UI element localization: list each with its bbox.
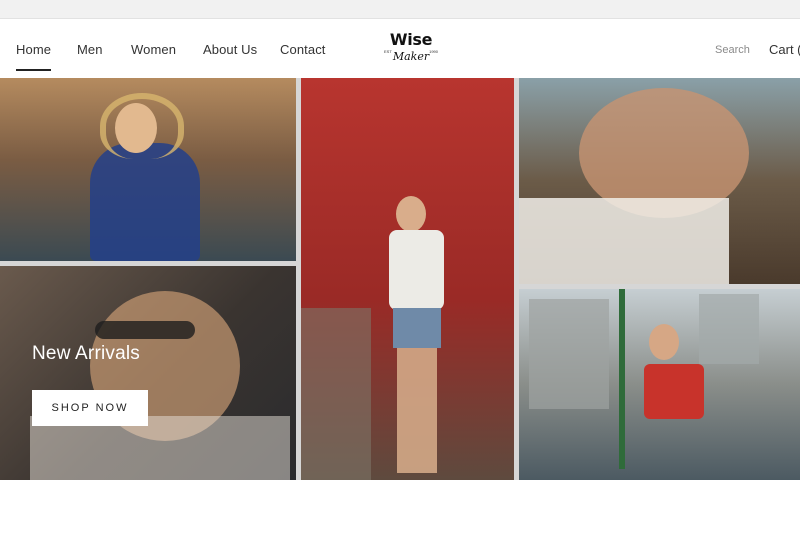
site-logo[interactable]: Wise EST 1990 Maker <box>380 31 442 71</box>
hero-title: New Arrivals <box>32 343 140 364</box>
photo-woman-red-wall <box>301 78 514 480</box>
cart-link[interactable]: Cart (0) <box>769 42 800 57</box>
photo-woman-rooftop <box>0 78 296 261</box>
logo-wordmark: Wise <box>389 30 433 49</box>
logo-year: 1990 <box>429 49 438 54</box>
page-below-hero <box>0 480 800 533</box>
shop-now-button[interactable]: SHOP NOW <box>32 390 148 426</box>
site-header: Home Men Women About Us Contact Wise EST… <box>0 19 800 78</box>
nav-about-us[interactable]: About Us <box>203 42 257 57</box>
nav-contact[interactable]: Contact <box>280 42 326 57</box>
logo-est: EST <box>384 49 392 54</box>
hero-image-grid: New Arrivals SHOP NOW <box>0 78 800 480</box>
browser-top-strip <box>0 0 800 19</box>
nav-men[interactable]: Men <box>77 42 103 57</box>
photo-woman-swing-ride <box>519 289 800 480</box>
nav-home[interactable]: Home <box>16 42 52 71</box>
photo-man-sunglasses <box>519 78 800 284</box>
search-link[interactable]: Search <box>715 44 750 56</box>
nav-women[interactable]: Women <box>131 42 176 57</box>
photo-couple-hug <box>0 266 296 480</box>
